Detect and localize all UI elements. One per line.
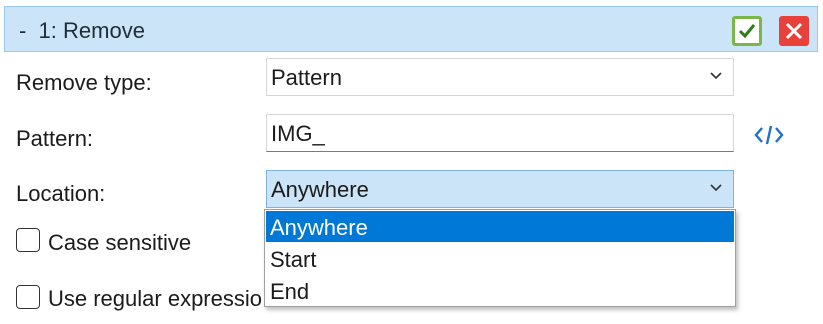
case-sensitive-checkbox[interactable] (16, 228, 40, 252)
pattern-label: Pattern: (16, 126, 94, 151)
dropdown-option-anywhere[interactable]: Anywhere (266, 211, 734, 242)
location-dropdown: Anywhere Start End (264, 209, 736, 307)
location-select[interactable]: Anywhere (266, 170, 734, 208)
rule-title: - 1: Remove (19, 18, 145, 43)
remove-rule-button[interactable] (779, 16, 809, 46)
option-label: Start (270, 247, 317, 272)
remove-type-value: Pattern (271, 65, 342, 90)
regex-label: Use regular expressio (48, 286, 262, 311)
rule-header[interactable]: - 1: Remove (4, 6, 818, 52)
option-label: End (270, 279, 310, 304)
dropdown-option-end[interactable]: End (266, 275, 734, 306)
remove-type-label: Remove type: (16, 70, 152, 95)
accept-button[interactable] (732, 16, 762, 46)
dropdown-option-start[interactable]: Start (266, 243, 734, 274)
remove-type-select[interactable]: Pattern (266, 58, 734, 96)
regex-checkbox[interactable] (16, 285, 40, 309)
check-icon (738, 24, 756, 39)
close-icon (785, 22, 803, 40)
location-label: Location: (16, 181, 106, 206)
location-value: Anywhere (271, 177, 369, 202)
chevron-down-icon (710, 72, 722, 80)
pattern-input[interactable]: IMG_ (266, 114, 734, 152)
pattern-value: IMG_ (271, 121, 325, 146)
code-icon[interactable] (754, 124, 784, 146)
case-sensitive-label: Case sensitive (48, 230, 192, 255)
chevron-down-icon (710, 184, 722, 192)
option-label: Anywhere (270, 215, 368, 240)
